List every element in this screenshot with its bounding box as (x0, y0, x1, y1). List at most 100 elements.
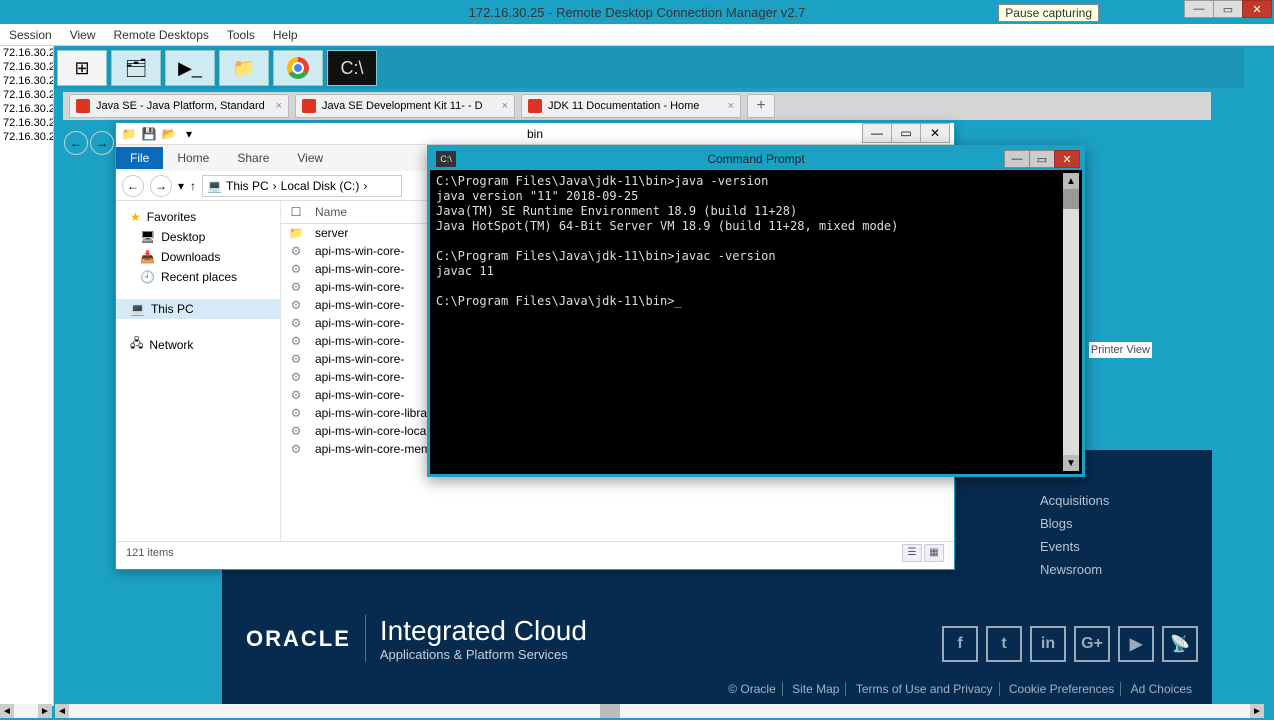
scroll-left-icon[interactable]: ◄ (0, 704, 14, 718)
menu-view[interactable]: View (61, 28, 105, 42)
maximize-button[interactable]: ▭ (891, 123, 921, 143)
ip-item[interactable]: 72.16.30.2 (0, 74, 53, 88)
footer-link[interactable]: Events (1040, 535, 1200, 558)
youtube-icon[interactable]: ▶ (1118, 626, 1154, 662)
ribbon-file[interactable]: File (116, 147, 163, 169)
footer-link[interactable]: Blogs (1040, 512, 1200, 535)
browser-back-button[interactable]: ← (64, 131, 88, 155)
menu-remote-desktops[interactable]: Remote Desktops (105, 28, 218, 42)
select-all-checkbox[interactable]: ☐ (281, 205, 311, 219)
sidebar-recent[interactable]: 🕘 Recent places (116, 267, 280, 287)
command-prompt-window: C:\ Command Prompt — ▭ ✕ C:\Program File… (427, 145, 1085, 477)
qat-folder-icon[interactable]: 📂 (160, 125, 178, 143)
close-button[interactable]: ✕ (920, 123, 950, 143)
googleplus-icon[interactable]: G+ (1074, 626, 1110, 662)
scroll-right-icon[interactable]: ► (1250, 704, 1264, 718)
close-button[interactable]: ✕ (1242, 0, 1272, 18)
browser-tab[interactable]: JDK 11 Documentation - Home× (521, 94, 741, 118)
horizontal-scrollbar[interactable]: ◄ ► (55, 704, 1264, 718)
taskbar-explorer-icon[interactable]: 🗂 (111, 50, 161, 86)
close-icon[interactable]: × (502, 100, 508, 112)
sidebar-desktop[interactable]: 🖥 Desktop (116, 227, 280, 247)
printer-view-link[interactable]: Printer View (1089, 342, 1152, 358)
close-button[interactable]: ✕ (1054, 150, 1080, 168)
browser-tab[interactable]: Java SE - Java Platform, Standard× (69, 94, 289, 118)
scroll-thumb[interactable] (1063, 189, 1079, 209)
taskbar-cmd-icon[interactable]: C:\ (327, 50, 377, 86)
social-icons: f t in G+ ▶ 📡 (942, 626, 1198, 662)
ribbon-view[interactable]: View (283, 147, 337, 169)
menu-tools[interactable]: Tools (218, 28, 264, 42)
ribbon-share[interactable]: Share (223, 147, 283, 169)
cmd-body[interactable]: C:\Program Files\Java\jdk-11\bin>java -v… (430, 170, 1082, 474)
twitter-icon[interactable]: t (986, 626, 1022, 662)
close-icon[interactable]: × (728, 100, 734, 112)
crumb[interactable]: Local Disk (C:) (281, 179, 360, 193)
facebook-icon[interactable]: f (942, 626, 978, 662)
footer-link[interactable]: Newsroom (1040, 558, 1200, 581)
ip-item[interactable]: 72.16.30.2 (0, 102, 53, 116)
scroll-right-icon[interactable]: ► (38, 704, 52, 718)
nav-dropdown-icon[interactable]: ▾ (178, 179, 184, 193)
scroll-left-icon[interactable]: ◄ (55, 704, 69, 718)
ip-item[interactable]: 72.16.30.2 (0, 60, 53, 74)
star-icon: ★ (130, 210, 141, 224)
taskbar-powershell-icon[interactable]: ▶_ (165, 50, 215, 86)
file-icon: ⚙ (281, 262, 311, 276)
sidebar-downloads[interactable]: 📥 Downloads (116, 247, 280, 267)
ip-item[interactable]: 72.16.30.2 (0, 46, 53, 60)
maximize-button[interactable]: ▭ (1213, 0, 1243, 18)
file-icon: ⚙ (281, 442, 311, 456)
browser-tab[interactable]: Java SE Development Kit 11- - D× (295, 94, 515, 118)
file-icon: ⚙ (281, 316, 311, 330)
address-bar[interactable]: 💻 This PC › Local Disk (C:) › (202, 175, 402, 197)
ip-item[interactable]: 72.16.30.2 (0, 130, 53, 144)
close-icon[interactable]: × (276, 100, 282, 112)
cmd-scrollbar[interactable]: ▲ ▼ (1063, 173, 1079, 471)
footer-link[interactable]: Cookie Preferences (1003, 682, 1121, 696)
sidebar-network[interactable]: 🖧 Network (116, 331, 280, 358)
ip-item[interactable]: 72.16.30.2 (0, 88, 53, 102)
nav-up-button[interactable]: ↑ (190, 179, 196, 193)
maximize-button[interactable]: ▭ (1029, 150, 1055, 168)
file-icon: ⚙ (281, 424, 311, 438)
scroll-down-icon[interactable]: ▼ (1063, 455, 1079, 471)
browser-forward-button[interactable]: → (90, 131, 114, 155)
cmd-title: Command Prompt (707, 152, 804, 166)
start-button[interactable]: ⊞ (57, 50, 107, 86)
footer-link[interactable]: Ad Choices (1125, 682, 1198, 696)
footer-link[interactable]: Terms of Use and Privacy (850, 682, 1000, 696)
footer-link[interactable]: Acquisitions (1040, 489, 1200, 512)
sidebar-this-pc[interactable]: 💻 This PC (116, 299, 280, 319)
menu-session[interactable]: Session (0, 28, 61, 42)
ip-tree: 72.16.30.2 72.16.30.2 72.16.30.2 72.16.3… (0, 46, 54, 706)
rdc-title: 172.16.30.25 - Remote Desktop Connection… (469, 5, 806, 20)
tree-scrollbar[interactable]: ◄ ► (0, 704, 52, 718)
drive-icon: 💻 (207, 179, 222, 193)
ip-item[interactable]: 72.16.30.2 (0, 116, 53, 130)
new-tab-button[interactable]: + (747, 94, 775, 118)
footer-link[interactable]: Site Map (786, 682, 846, 696)
minimize-button[interactable]: — (1184, 0, 1214, 18)
file-icon: ⚙ (281, 370, 311, 384)
nav-forward-button[interactable]: → (150, 175, 172, 197)
footer-link[interactable]: © Oracle (722, 682, 783, 696)
rss-icon[interactable]: 📡 (1162, 626, 1198, 662)
favorites-header[interactable]: Favorites (147, 210, 196, 224)
rdc-titlebar: 172.16.30.25 - Remote Desktop Connection… (0, 0, 1274, 24)
scroll-thumb[interactable] (600, 704, 620, 718)
crumb[interactable]: This PC (226, 179, 269, 193)
taskbar-chrome-icon[interactable] (273, 50, 323, 86)
minimize-button[interactable]: — (1004, 150, 1030, 168)
nav-back-button[interactable]: ← (122, 175, 144, 197)
menu-help[interactable]: Help (264, 28, 307, 42)
linkedin-icon[interactable]: in (1030, 626, 1066, 662)
details-view-button[interactable]: ☰ (902, 544, 922, 562)
qat-dropdown-icon[interactable]: ▾ (180, 125, 198, 143)
qat-save-icon[interactable]: 💾 (140, 125, 158, 143)
minimize-button[interactable]: — (862, 123, 892, 143)
scroll-up-icon[interactable]: ▲ (1063, 173, 1079, 189)
icons-view-button[interactable]: ▦ (924, 544, 944, 562)
taskbar-folder-icon[interactable]: 📁 (219, 50, 269, 86)
ribbon-home[interactable]: Home (163, 147, 223, 169)
